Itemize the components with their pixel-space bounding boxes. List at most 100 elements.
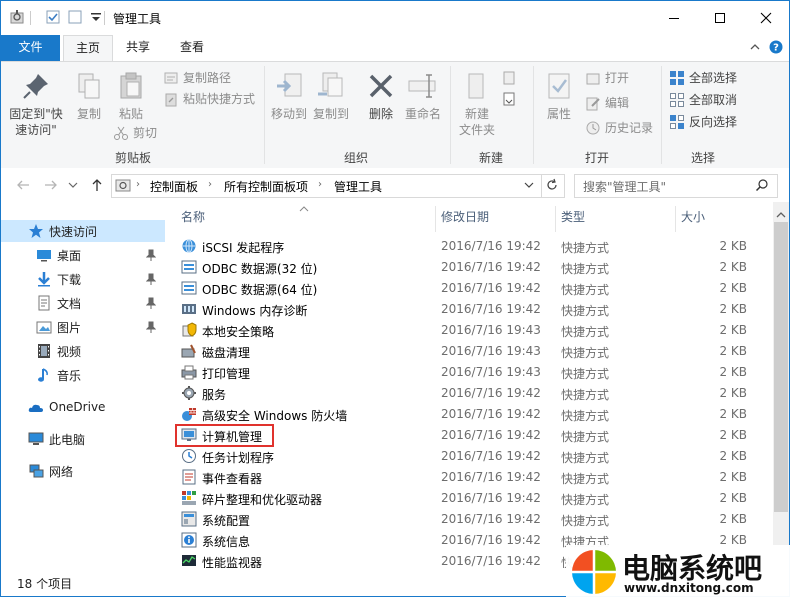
tab-home[interactable]: 主页 [63, 35, 113, 62]
paste-shortcut-button[interactable]: 粘贴快捷方式 [163, 89, 255, 109]
file-row[interactable]: 事件查看器 2016/7/16 19:42 快捷方式 2 KB [167, 467, 773, 488]
edit-button[interactable]: 编辑 [585, 93, 629, 113]
column-divider[interactable] [675, 206, 676, 232]
nav-item-music[interactable]: 音乐 [1, 364, 165, 386]
highlight-box [175, 424, 274, 447]
minimize-ribbon-icon[interactable] [748, 40, 762, 54]
copy-path-button[interactable]: 复制路径 [163, 68, 231, 88]
file-row[interactable]: 计算机管理 2016/7/16 19:42 快捷方式 2 KB [167, 424, 773, 447]
tab-share[interactable]: 共享 [115, 35, 161, 61]
file-type: 快捷方式 [561, 304, 610, 318]
maximize-button[interactable] [697, 1, 743, 35]
quick-properties-icon[interactable] [45, 9, 61, 25]
column-header-type[interactable]: 类型 [561, 202, 671, 232]
customize-quick-access-icon[interactable] [88, 9, 104, 25]
invert-selection-button[interactable]: 反向选择 [669, 112, 737, 132]
select-none-button[interactable]: 全部取消 [669, 90, 737, 110]
file-type: 快捷方式 [561, 514, 610, 528]
forward-button[interactable] [43, 177, 59, 193]
file-row[interactable]: 服务 2016/7/16 19:42 快捷方式 2 KB [167, 383, 773, 404]
scroll-up-icon[interactable] [776, 208, 786, 218]
file-row[interactable]: 本地安全策略 2016/7/16 19:43 快捷方式 2 KB [167, 320, 773, 341]
nav-item-pictures[interactable]: 图片 [1, 316, 165, 338]
maximize-icon [715, 13, 725, 23]
pin-icon[interactable] [145, 273, 157, 285]
file-row[interactable]: 高级安全 Windows 防火墙 2016/7/16 19:42 快捷方式 2 KB [167, 404, 773, 425]
nav-item-documents[interactable]: 文档 [1, 292, 165, 314]
scrollbar-thumb[interactable] [774, 222, 788, 512]
nav-item-network[interactable]: 网络 [1, 460, 165, 482]
file-name: 系统信息 [202, 535, 251, 549]
network-icon [28, 463, 44, 479]
file-row[interactable]: Windows 内存诊断 2016/7/16 19:42 快捷方式 2 KB [167, 299, 773, 320]
vertical-scrollbar[interactable] [773, 202, 789, 568]
nav-item-this-pc[interactable]: 此电脑 [1, 428, 165, 450]
tab-file[interactable]: 文件 [1, 35, 60, 61]
refresh-button[interactable] [545, 178, 559, 192]
breadcrumb-all-items[interactable]: 所有控制面板项 [224, 178, 308, 195]
file-row[interactable]: 磁盘清理 2016/7/16 19:43 快捷方式 2 KB [167, 341, 773, 362]
minimize-button[interactable] [651, 1, 697, 35]
history-button[interactable]: 历史记录 [585, 118, 653, 138]
address-dropdown-button[interactable] [522, 178, 536, 192]
nav-item-desktop[interactable]: 桌面 [1, 244, 165, 266]
column-header-size[interactable]: 大小 [681, 202, 761, 232]
rename-button[interactable]: 重命名 [401, 70, 445, 122]
file-row[interactable]: 打印管理 2016/7/16 19:43 快捷方式 2 KB [167, 362, 773, 383]
up-button[interactable] [89, 177, 105, 193]
pin-icon[interactable] [145, 297, 157, 309]
pin-icon[interactable] [145, 249, 157, 261]
easy-access-button[interactable] [501, 89, 519, 109]
help-icon[interactable]: ? [769, 40, 783, 54]
nav-item-onedrive[interactable]: OneDrive [1, 397, 165, 419]
file-row[interactable]: 系统配置 2016/7/16 19:42 快捷方式 2 KB [167, 509, 773, 530]
select-all-button[interactable]: 全部选择 [669, 68, 737, 88]
task-scheduler-icon [181, 448, 197, 464]
pin-icon[interactable] [145, 321, 157, 333]
nav-item-videos[interactable]: 视频 [1, 340, 165, 362]
file-modified-date: 2016/7/16 19:43 [441, 365, 541, 379]
tab-view[interactable]: 查看 [169, 35, 215, 61]
delete-button[interactable]: 删除 [363, 70, 399, 122]
close-icon [760, 12, 772, 24]
open-button[interactable]: 打开 [585, 68, 629, 88]
column-header-date[interactable]: 修改日期 [441, 202, 551, 232]
copy-button[interactable]: 复制 [69, 70, 109, 122]
breadcrumb-admin-tools[interactable]: 管理工具 [334, 178, 382, 195]
cut-button[interactable]: 剪切 [113, 123, 157, 143]
paste-button[interactable]: 粘贴 [111, 70, 151, 122]
back-button[interactable] [15, 177, 31, 193]
address-bar[interactable]: › 控制面板 › 所有控制面板项 › 管理工具 [111, 174, 565, 198]
file-size: 2 KB [719, 449, 747, 463]
recent-locations-button[interactable] [67, 177, 79, 193]
move-to-button[interactable]: 移动到 [269, 70, 309, 122]
pictures-icon [36, 319, 52, 335]
close-button[interactable] [743, 1, 789, 35]
nav-item-downloads[interactable]: 下载 [1, 268, 165, 290]
file-type: 快捷方式 [561, 409, 610, 423]
search-icon[interactable] [755, 178, 769, 192]
folder-properties-icon[interactable] [9, 9, 25, 25]
breadcrumb-control-panel[interactable]: 控制面板 [150, 178, 198, 195]
pin-quick-access-button[interactable]: 固定到"快 速访问" [7, 70, 65, 138]
new-item-button[interactable] [501, 68, 519, 88]
column-divider[interactable] [435, 206, 436, 232]
windows-logo-icon [570, 548, 618, 596]
file-row[interactable]: ODBC 数据源(64 位) 2016/7/16 19:42 快捷方式 2 KB [167, 278, 773, 299]
copy-to-button[interactable]: 复制到 [311, 70, 351, 122]
column-divider[interactable] [555, 206, 556, 232]
properties-button[interactable]: 属性 [537, 70, 581, 122]
rename-icon [407, 70, 439, 102]
search-input[interactable]: 搜索"管理工具" [583, 178, 666, 195]
search-box[interactable]: 搜索"管理工具" [574, 174, 778, 198]
group-label-new: 新建 [478, 151, 503, 165]
file-row[interactable]: 碎片整理和优化驱动器 2016/7/16 19:42 快捷方式 2 KB [167, 488, 773, 509]
file-row[interactable]: 任务计划程序 2016/7/16 19:42 快捷方式 2 KB [167, 446, 773, 467]
nav-item-quick-access[interactable]: 快速访问 [1, 220, 165, 242]
file-size: 2 KB [719, 512, 747, 526]
new-folder-button[interactable]: 新建 文件夹 [455, 70, 499, 138]
file-row[interactable]: ODBC 数据源(32 位) 2016/7/16 19:42 快捷方式 2 KB [167, 257, 773, 278]
column-header-name[interactable]: 名称 [181, 202, 431, 232]
file-row[interactable]: iSCSI 发起程序 2016/7/16 19:42 快捷方式 2 KB [167, 236, 773, 257]
new-folder-quick-icon[interactable] [67, 9, 83, 25]
